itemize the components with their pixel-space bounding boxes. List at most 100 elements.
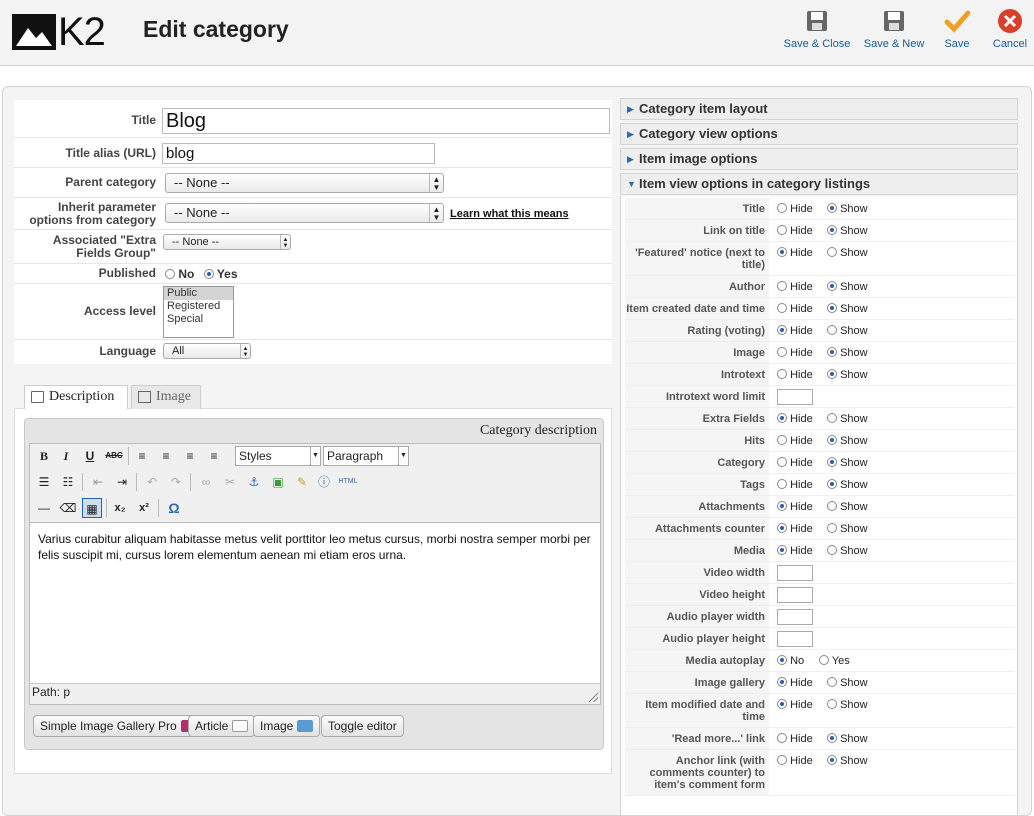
access-level-listbox[interactable]: Public Registered Special xyxy=(163,286,234,338)
eraser-icon[interactable]: ⌫ xyxy=(58,498,78,518)
show-radio[interactable] xyxy=(827,303,837,313)
show-radio[interactable] xyxy=(827,225,837,235)
hide-radio[interactable] xyxy=(777,325,787,335)
show-radio[interactable] xyxy=(827,369,837,379)
hide-radio[interactable] xyxy=(777,699,787,709)
extra-fields-select[interactable]: -- None -- ▲ ▼ xyxy=(163,234,291,250)
hide-radio[interactable] xyxy=(777,677,787,687)
option-text-input[interactable] xyxy=(777,389,813,405)
show-radio[interactable] xyxy=(827,677,837,687)
superscript-icon[interactable]: x² xyxy=(134,498,154,518)
show-radio[interactable] xyxy=(827,457,837,467)
hide-radio[interactable] xyxy=(777,479,787,489)
option-text-input[interactable] xyxy=(777,587,813,603)
hide-radio[interactable] xyxy=(777,225,787,235)
article-button[interactable]: Article xyxy=(188,715,256,737)
align-justify-icon[interactable]: ≡ xyxy=(204,446,224,466)
undo-icon[interactable]: ↶ xyxy=(142,472,162,492)
show-radio[interactable] xyxy=(827,413,837,423)
no-radio[interactable] xyxy=(777,655,787,665)
show-radio[interactable] xyxy=(827,435,837,445)
outdent-icon[interactable]: ⇤ xyxy=(88,472,108,492)
tab-image[interactable]: Image xyxy=(131,385,201,409)
align-center-icon[interactable]: ≡ xyxy=(156,446,176,466)
show-radio[interactable] xyxy=(827,325,837,335)
alias-input[interactable] xyxy=(162,143,435,164)
hide-radio[interactable] xyxy=(777,369,787,379)
option-text-input[interactable] xyxy=(777,631,813,647)
published-yes-radio[interactable] xyxy=(203,269,214,279)
redo-icon[interactable]: ↷ xyxy=(166,472,186,492)
bold-icon[interactable]: B xyxy=(34,446,54,466)
accordion-category-item-layout[interactable]: ▶ Category item layout xyxy=(620,98,1018,120)
language-select[interactable]: All ▲ ▼ xyxy=(163,343,251,359)
hide-radio[interactable] xyxy=(777,523,787,533)
title-input[interactable] xyxy=(162,108,610,134)
hide-radio[interactable] xyxy=(777,303,787,313)
simple-image-gallery-button[interactable]: Simple Image Gallery Pro xyxy=(33,715,204,737)
option-text-input[interactable] xyxy=(777,609,813,625)
access-option[interactable]: Special xyxy=(164,313,233,326)
cancel-button[interactable]: Cancel xyxy=(990,8,1030,50)
show-radio[interactable] xyxy=(827,545,837,555)
numbered-list-icon[interactable]: ☷ xyxy=(58,472,78,492)
indent-icon[interactable]: ⇥ xyxy=(112,472,132,492)
hide-radio[interactable] xyxy=(777,733,787,743)
hide-radio[interactable] xyxy=(777,203,787,213)
show-radio[interactable] xyxy=(827,755,837,765)
access-option[interactable]: Public xyxy=(164,287,233,300)
horizontal-rule-icon[interactable]: — xyxy=(34,498,54,518)
learn-more-link[interactable]: Learn what this means xyxy=(450,208,569,220)
hide-radio[interactable] xyxy=(777,281,787,291)
hide-radio[interactable] xyxy=(777,413,787,423)
parent-category-select[interactable]: -- None -- ▲ ▼ xyxy=(165,173,444,193)
save-close-button[interactable]: Save & Close xyxy=(782,8,852,50)
image-button[interactable]: Image xyxy=(253,715,321,737)
show-radio[interactable] xyxy=(827,281,837,291)
option-text-input[interactable] xyxy=(777,565,813,581)
anchor-icon[interactable]: ⚓ xyxy=(244,472,264,492)
hide-radio[interactable] xyxy=(777,247,787,257)
table-icon[interactable]: ▦ xyxy=(82,498,102,518)
insert-image-icon[interactable]: ▣ xyxy=(268,472,288,492)
align-right-icon[interactable]: ≡ xyxy=(180,446,200,466)
italic-icon[interactable]: I xyxy=(56,446,76,466)
accordion-item-view-options-listings[interactable]: ▼ Item view options in category listings xyxy=(620,173,1018,195)
save-new-button[interactable]: Save & New xyxy=(862,8,926,50)
toggle-editor-button[interactable]: Toggle editor xyxy=(321,715,404,737)
accordion-item-image-options[interactable]: ▶ Item image options xyxy=(620,148,1018,170)
show-radio[interactable] xyxy=(827,347,837,357)
subscript-icon[interactable]: x₂ xyxy=(110,498,130,518)
strikethrough-icon[interactable]: ABC xyxy=(104,446,124,466)
yes-radio[interactable] xyxy=(819,655,829,665)
resize-handle-icon[interactable] xyxy=(589,693,598,702)
hide-radio[interactable] xyxy=(777,501,787,511)
link-icon[interactable]: ∞ xyxy=(196,472,216,492)
bullet-list-icon[interactable]: ☰ xyxy=(34,472,54,492)
tab-description[interactable]: Description xyxy=(24,385,128,409)
show-radio[interactable] xyxy=(827,523,837,533)
hide-radio[interactable] xyxy=(777,347,787,357)
unlink-icon[interactable]: ✂ xyxy=(220,472,240,492)
show-radio[interactable] xyxy=(827,479,837,489)
save-button[interactable]: Save xyxy=(942,8,972,50)
cleanup-icon[interactable]: ✎ xyxy=(292,472,312,492)
accordion-category-view-options[interactable]: ▶ Category view options xyxy=(620,123,1018,145)
underline-icon[interactable]: U xyxy=(80,446,100,466)
editor-content-area[interactable]: Varius curabitur aliquam habitasse metus… xyxy=(30,522,600,684)
special-char-icon[interactable]: Ω xyxy=(164,498,184,518)
align-left-icon[interactable]: ≡ xyxy=(132,446,152,466)
hide-radio[interactable] xyxy=(777,457,787,467)
show-radio[interactable] xyxy=(827,501,837,511)
hide-radio[interactable] xyxy=(777,545,787,555)
hide-radio[interactable] xyxy=(777,435,787,445)
hide-radio[interactable] xyxy=(777,755,787,765)
show-radio[interactable] xyxy=(827,247,837,257)
help-icon[interactable]: ⓘ xyxy=(314,472,334,492)
published-no-radio[interactable] xyxy=(165,269,175,279)
show-radio[interactable] xyxy=(827,699,837,709)
show-radio[interactable] xyxy=(827,203,837,213)
html-source-icon[interactable]: HTML xyxy=(336,472,360,492)
access-option[interactable]: Registered xyxy=(164,300,233,313)
show-radio[interactable] xyxy=(827,733,837,743)
